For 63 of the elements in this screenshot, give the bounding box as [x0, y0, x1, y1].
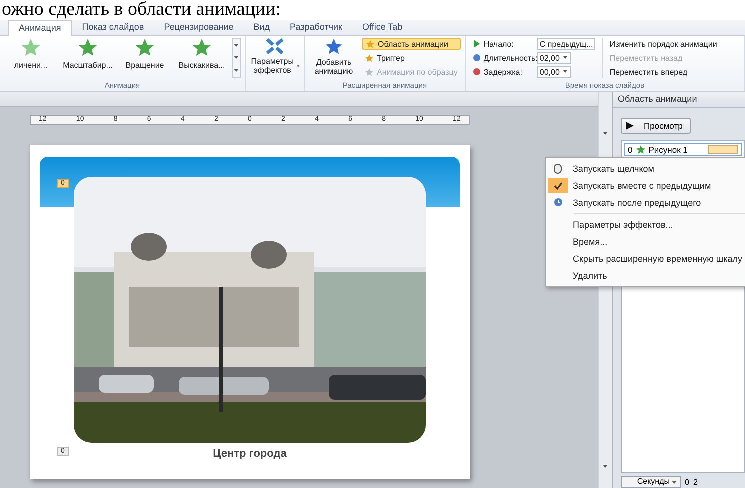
star-icon	[365, 54, 374, 62]
star-icon	[192, 38, 212, 58]
animation-item[interactable]: 0 Рисунок 1	[624, 143, 742, 156]
caret-icon	[603, 465, 608, 468]
star-icon	[135, 38, 155, 58]
reorder-command[interactable]: Переместить вперед	[606, 66, 720, 78]
preview-button[interactable]: Просмотр	[621, 118, 691, 134]
item-label: Рисунок 1	[648, 144, 688, 154]
time-spinbox[interactable]: 02,00	[536, 52, 571, 64]
star-icon	[21, 38, 41, 58]
play-icon	[626, 122, 634, 130]
ribbon-tab[interactable]: Разработчик	[280, 20, 352, 35]
menu-item[interactable]: Запускать вместе с предыдущим	[546, 177, 745, 194]
pane-title: Область анимации	[613, 92, 745, 108]
star-icon	[325, 38, 343, 56]
mouse-icon	[554, 164, 562, 174]
ribbon-command[interactable]: Триггер	[362, 52, 461, 64]
animation-effect[interactable]: Вращение	[118, 38, 172, 70]
ribbon-tab[interactable]: Рецензирование	[154, 20, 244, 35]
check-icon	[554, 182, 562, 190]
ribbon-tab[interactable]: Вид	[244, 20, 280, 35]
menu-item[interactable]: Запускать щелчком	[546, 160, 745, 177]
time-spinbox[interactable]: 00,00	[536, 66, 571, 78]
caret-icon	[297, 64, 300, 68]
caret-icon	[234, 44, 239, 47]
caret-icon	[234, 56, 239, 60]
caret-icon	[672, 480, 677, 484]
caret-icon	[603, 132, 608, 135]
animation-effect[interactable]: Выскакива...	[175, 38, 229, 70]
units-dropdown[interactable]: Секунды	[621, 476, 681, 488]
caret-icon	[562, 70, 568, 73]
menu-item[interactable]: Запускать после предыдущего	[546, 194, 745, 211]
star-icon	[636, 144, 646, 154]
menu-item[interactable]: Параметры эффектов...	[546, 216, 745, 233]
add-animation-button[interactable]: Добавить анимацию	[309, 38, 359, 76]
star-icon	[366, 40, 375, 48]
arrows-icon	[265, 38, 285, 55]
timing-bar	[708, 145, 738, 154]
play-icon	[472, 40, 481, 48]
star-icon	[78, 38, 98, 58]
field-label: Начало:	[484, 40, 515, 48]
start-dropdown[interactable]: С предыдущ...	[536, 38, 595, 50]
field-label: Задержка:	[484, 68, 524, 76]
menu-item[interactable]: Скрыть расширенную временную шкалу	[546, 250, 745, 267]
timeline-number: 0	[685, 478, 690, 486]
star-icon	[365, 68, 374, 76]
ribbon-tab[interactable]: Анимация	[8, 20, 72, 36]
slide-caption: Центр города	[213, 448, 287, 460]
timeline-number: 2	[693, 478, 698, 486]
animation-effect[interactable]: Масштабир...	[61, 38, 115, 70]
heading-text: ожно сделать в области анимации:	[1, 0, 282, 20]
ribbon-tab[interactable]: Показ слайдов	[72, 20, 154, 35]
menu-item[interactable]: Удалить	[546, 267, 745, 284]
animation-effect[interactable]: личени...	[4, 38, 58, 70]
menu-item[interactable]: Время...	[546, 233, 745, 250]
caret-icon	[234, 69, 239, 72]
caret-icon	[562, 56, 568, 59]
effect-options-button[interactable]: Параметры эффектов	[250, 38, 300, 75]
ribbon-tab[interactable]: Office Tab	[352, 20, 413, 35]
item-index: 0	[628, 144, 633, 154]
ribbon-command[interactable]: Область анимации	[362, 38, 461, 50]
reorder-title: Изменить порядок анимации	[608, 38, 718, 50]
gallery-scroller[interactable]	[232, 38, 241, 78]
